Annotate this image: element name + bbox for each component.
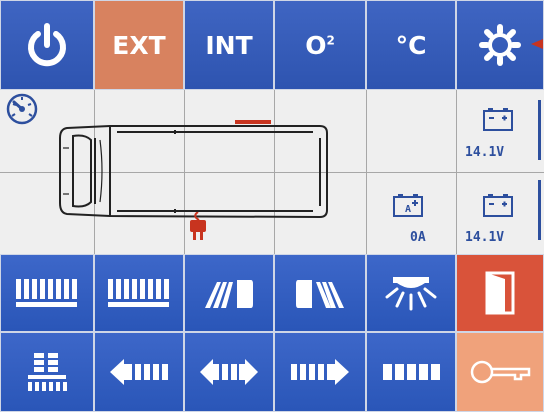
battery-1-voltage: 14.1V <box>465 145 505 160</box>
light-grid-icon <box>28 353 67 391</box>
arrow-right-button[interactable] <box>274 332 366 412</box>
battery-2-icon <box>483 194 513 217</box>
roof-lights-2-icon <box>108 279 169 307</box>
light-grid-button[interactable] <box>0 332 94 412</box>
door-icon <box>485 271 515 315</box>
ext-label: EXT <box>112 30 166 60</box>
control-panel-screen: EXT INT O2 °C 14.1V A 0A 14.1V <box>0 0 544 412</box>
arrow-left-icon <box>110 359 168 385</box>
flood-right-icon <box>296 280 344 308</box>
speedometer-icon[interactable] <box>5 92 39 126</box>
o2-label: O2 <box>305 30 335 60</box>
charger-battery-icon: A <box>393 194 423 217</box>
arrow-both-button[interactable] <box>184 332 274 412</box>
power-icon <box>28 23 66 67</box>
light-bar-icon <box>383 364 440 380</box>
ceiling-light-button[interactable] <box>366 254 456 332</box>
ext-light-button[interactable]: EXT <box>94 0 184 90</box>
arrow-left-button[interactable] <box>94 332 184 412</box>
int-label: INT <box>205 30 253 60</box>
oxygen-button[interactable]: O2 <box>274 0 366 90</box>
int-light-button[interactable]: INT <box>184 0 274 90</box>
scroll-indicator <box>538 100 541 160</box>
flood-right-button[interactable] <box>274 254 366 332</box>
power-button[interactable] <box>0 0 94 90</box>
arrow-both-icon <box>200 359 258 385</box>
flood-left-icon <box>205 280 253 308</box>
temperature-button[interactable]: °C <box>366 0 456 90</box>
temperature-label: °C <box>395 30 427 60</box>
key-icon <box>470 360 531 384</box>
gear-icon <box>479 24 521 66</box>
settings-button[interactable] <box>456 0 544 90</box>
battery-2-voltage: 14.1V <box>465 230 505 245</box>
roof-lights-1-button[interactable] <box>0 254 94 332</box>
key-button[interactable] <box>456 332 544 412</box>
scroll-indicator <box>538 180 541 240</box>
battery-1-icon <box>483 108 513 131</box>
light-bar-button[interactable] <box>366 332 456 412</box>
arrow-right-icon <box>291 359 349 385</box>
roof-lights-2-button[interactable] <box>94 254 184 332</box>
flood-left-button[interactable] <box>184 254 274 332</box>
charger-current: 0A <box>410 230 426 245</box>
roof-lights-1-icon <box>16 279 77 307</box>
ceiling-light-icon <box>385 277 437 311</box>
power-plug-icon <box>190 212 206 240</box>
alert-pointer-icon <box>531 39 543 49</box>
door-button[interactable] <box>456 254 544 332</box>
svg-text:A: A <box>405 204 411 215</box>
